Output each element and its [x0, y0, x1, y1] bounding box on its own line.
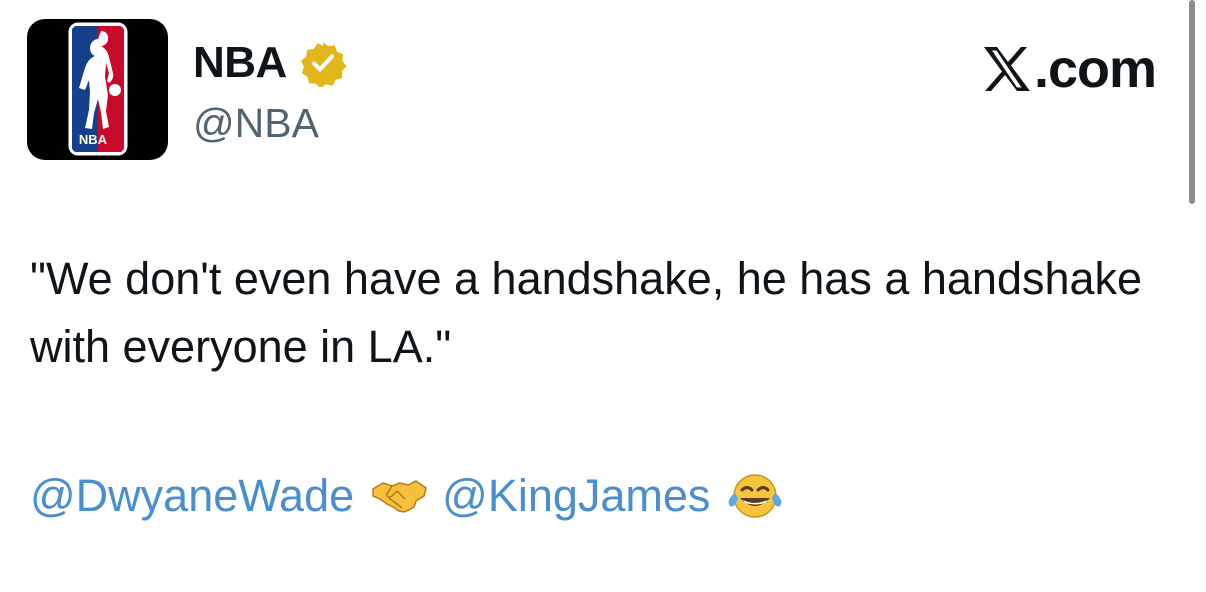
x-logo-icon: [983, 47, 1030, 91]
display-name[interactable]: NBA: [193, 38, 287, 88]
x-brand-logo: .com: [982, 39, 1157, 99]
mentions-line: @DwyaneWade @KingJames: [30, 462, 784, 530]
tweet-card: NBA NBA @NBA .com "We don't even have a …: [0, 0, 1206, 592]
mention-dwyanewade[interactable]: @DwyaneWade: [30, 462, 354, 530]
avatar[interactable]: NBA: [27, 19, 168, 160]
verified-badge-icon: [300, 42, 347, 87]
nba-logo-icon: NBA: [68, 22, 128, 156]
scrollbar[interactable]: [1189, 0, 1195, 204]
handshake-emoji-icon: [370, 471, 428, 521]
account-handle[interactable]: @NBA: [193, 99, 319, 147]
tweet-text: "We don't even have a handshake, he has …: [30, 253, 1143, 372]
display-name-row[interactable]: NBA: [193, 38, 347, 88]
svg-text:NBA: NBA: [79, 132, 108, 147]
mention-kingjames[interactable]: @KingJames: [442, 462, 710, 530]
brand-domain-text: .com: [1033, 39, 1157, 99]
face-with-tears-of-joy-emoji-icon: [726, 471, 784, 521]
